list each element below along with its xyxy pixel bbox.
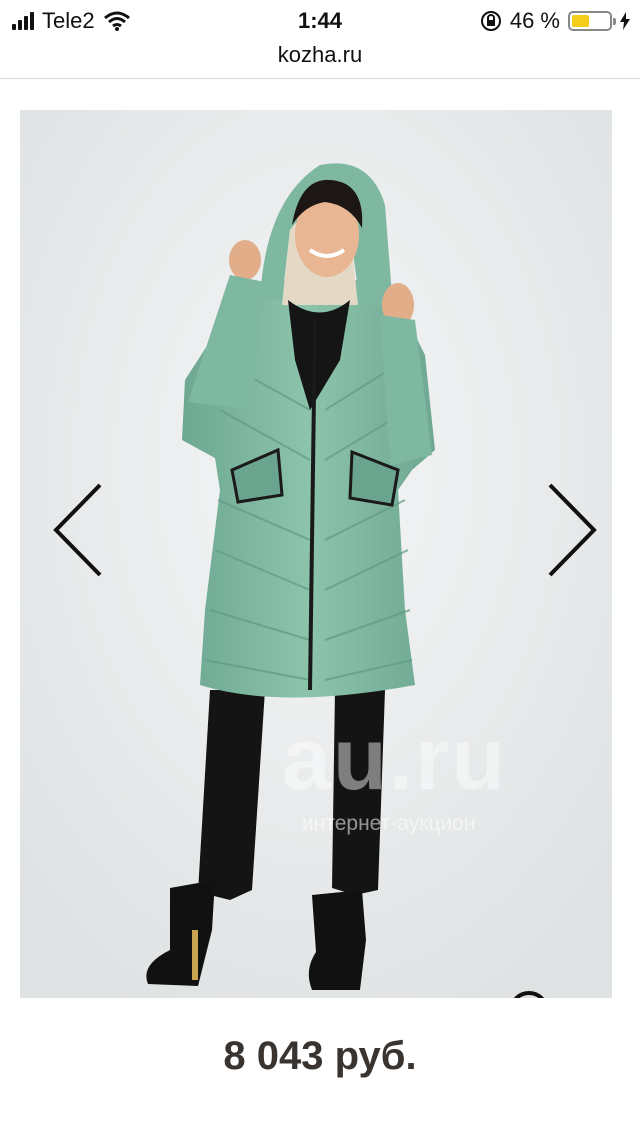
charging-icon bbox=[620, 12, 630, 30]
product-photo[interactable]: au.ru интернет-аукцион bbox=[20, 110, 612, 998]
status-right: 46 % bbox=[480, 8, 630, 34]
magnifier-icon[interactable] bbox=[505, 987, 567, 998]
battery-percent: 46 % bbox=[509, 8, 560, 33]
watermark-logo: au.ru bbox=[282, 709, 508, 808]
chevron-left-icon[interactable] bbox=[50, 480, 110, 580]
status-bar: Tele2 1:44 46 % bbox=[0, 0, 640, 40]
url-text[interactable]: kozha.ru bbox=[278, 42, 362, 68]
battery-icon bbox=[568, 11, 616, 31]
toolbar-divider bbox=[0, 78, 640, 79]
chevron-right-icon[interactable] bbox=[540, 480, 600, 580]
product-price: 8 043 руб. bbox=[223, 1034, 417, 1078]
address-bar[interactable]: kozha.ru bbox=[0, 40, 640, 78]
watermark-subtitle: интернет-аукцион bbox=[302, 812, 476, 835]
rotation-lock-icon bbox=[480, 11, 501, 31]
